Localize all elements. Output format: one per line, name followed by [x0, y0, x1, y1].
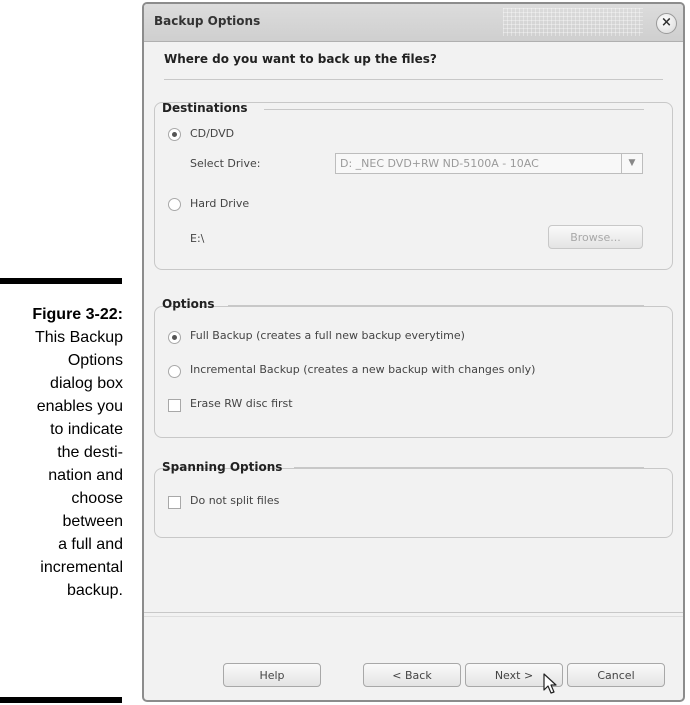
- no-split-checkbox[interactable]: [168, 496, 181, 509]
- dialog-title: Backup Options: [154, 14, 261, 28]
- full-backup-label[interactable]: Full Backup (creates a full new backup e…: [190, 329, 465, 342]
- footer-divider-inner: [144, 616, 683, 617]
- select-drive-label: Select Drive:: [190, 157, 261, 170]
- figure-caption-text: This Backup Options dialog box enables y…: [34, 329, 123, 599]
- backup-options-dialog: Backup Options × Where do you want to ba…: [142, 2, 685, 702]
- footer-divider: [144, 612, 683, 613]
- title-bar[interactable]: Backup Options ×: [144, 4, 683, 42]
- hard-drive-path: E:\: [190, 232, 205, 245]
- hard-drive-label[interactable]: Hard Drive: [190, 197, 249, 210]
- erase-rw-label[interactable]: Erase RW disc first: [190, 397, 293, 410]
- question-heading: Where do you want to back up the files?: [164, 52, 437, 66]
- cancel-button[interactable]: Cancel: [567, 663, 665, 687]
- figure-caption: Figure 3-22: This Backup Options dialog …: [0, 303, 123, 602]
- destinations-title-line: [264, 109, 644, 110]
- cd-dvd-radio[interactable]: [168, 128, 181, 141]
- help-button[interactable]: Help: [223, 663, 321, 687]
- incremental-backup-label[interactable]: Incremental Backup (creates a new backup…: [190, 363, 535, 376]
- options-title-line: [228, 305, 644, 306]
- select-drive-value: D: _NEC DVD+RW ND-5100A - 10AC: [340, 157, 539, 170]
- full-backup-radio[interactable]: [168, 331, 181, 344]
- mouse-pointer-icon: [543, 673, 557, 694]
- close-button[interactable]: ×: [656, 13, 677, 34]
- erase-rw-checkbox[interactable]: [168, 399, 181, 412]
- options-title: Options: [162, 297, 215, 311]
- figure-top-bar: [0, 278, 122, 284]
- question-divider: [164, 79, 663, 80]
- destinations-title: Destinations: [162, 101, 248, 115]
- no-split-label[interactable]: Do not split files: [190, 494, 279, 507]
- select-drive-dropdown[interactable]: D: _NEC DVD+RW ND-5100A - 10AC ▼: [335, 153, 643, 174]
- spanning-title-line: [294, 467, 644, 468]
- title-bar-pattern: [503, 8, 643, 36]
- browse-button[interactable]: Browse...: [548, 225, 643, 249]
- incremental-backup-radio[interactable]: [168, 365, 181, 378]
- back-button[interactable]: < Back: [363, 663, 461, 687]
- figure-number: Figure 3-22:: [32, 306, 123, 323]
- close-icon: ×: [661, 15, 672, 30]
- spanning-title: Spanning Options: [162, 460, 283, 474]
- figure-bottom-bar: [0, 697, 122, 703]
- cd-dvd-label[interactable]: CD/DVD: [190, 127, 234, 140]
- chevron-down-icon: ▼: [621, 154, 642, 173]
- hard-drive-radio[interactable]: [168, 198, 181, 211]
